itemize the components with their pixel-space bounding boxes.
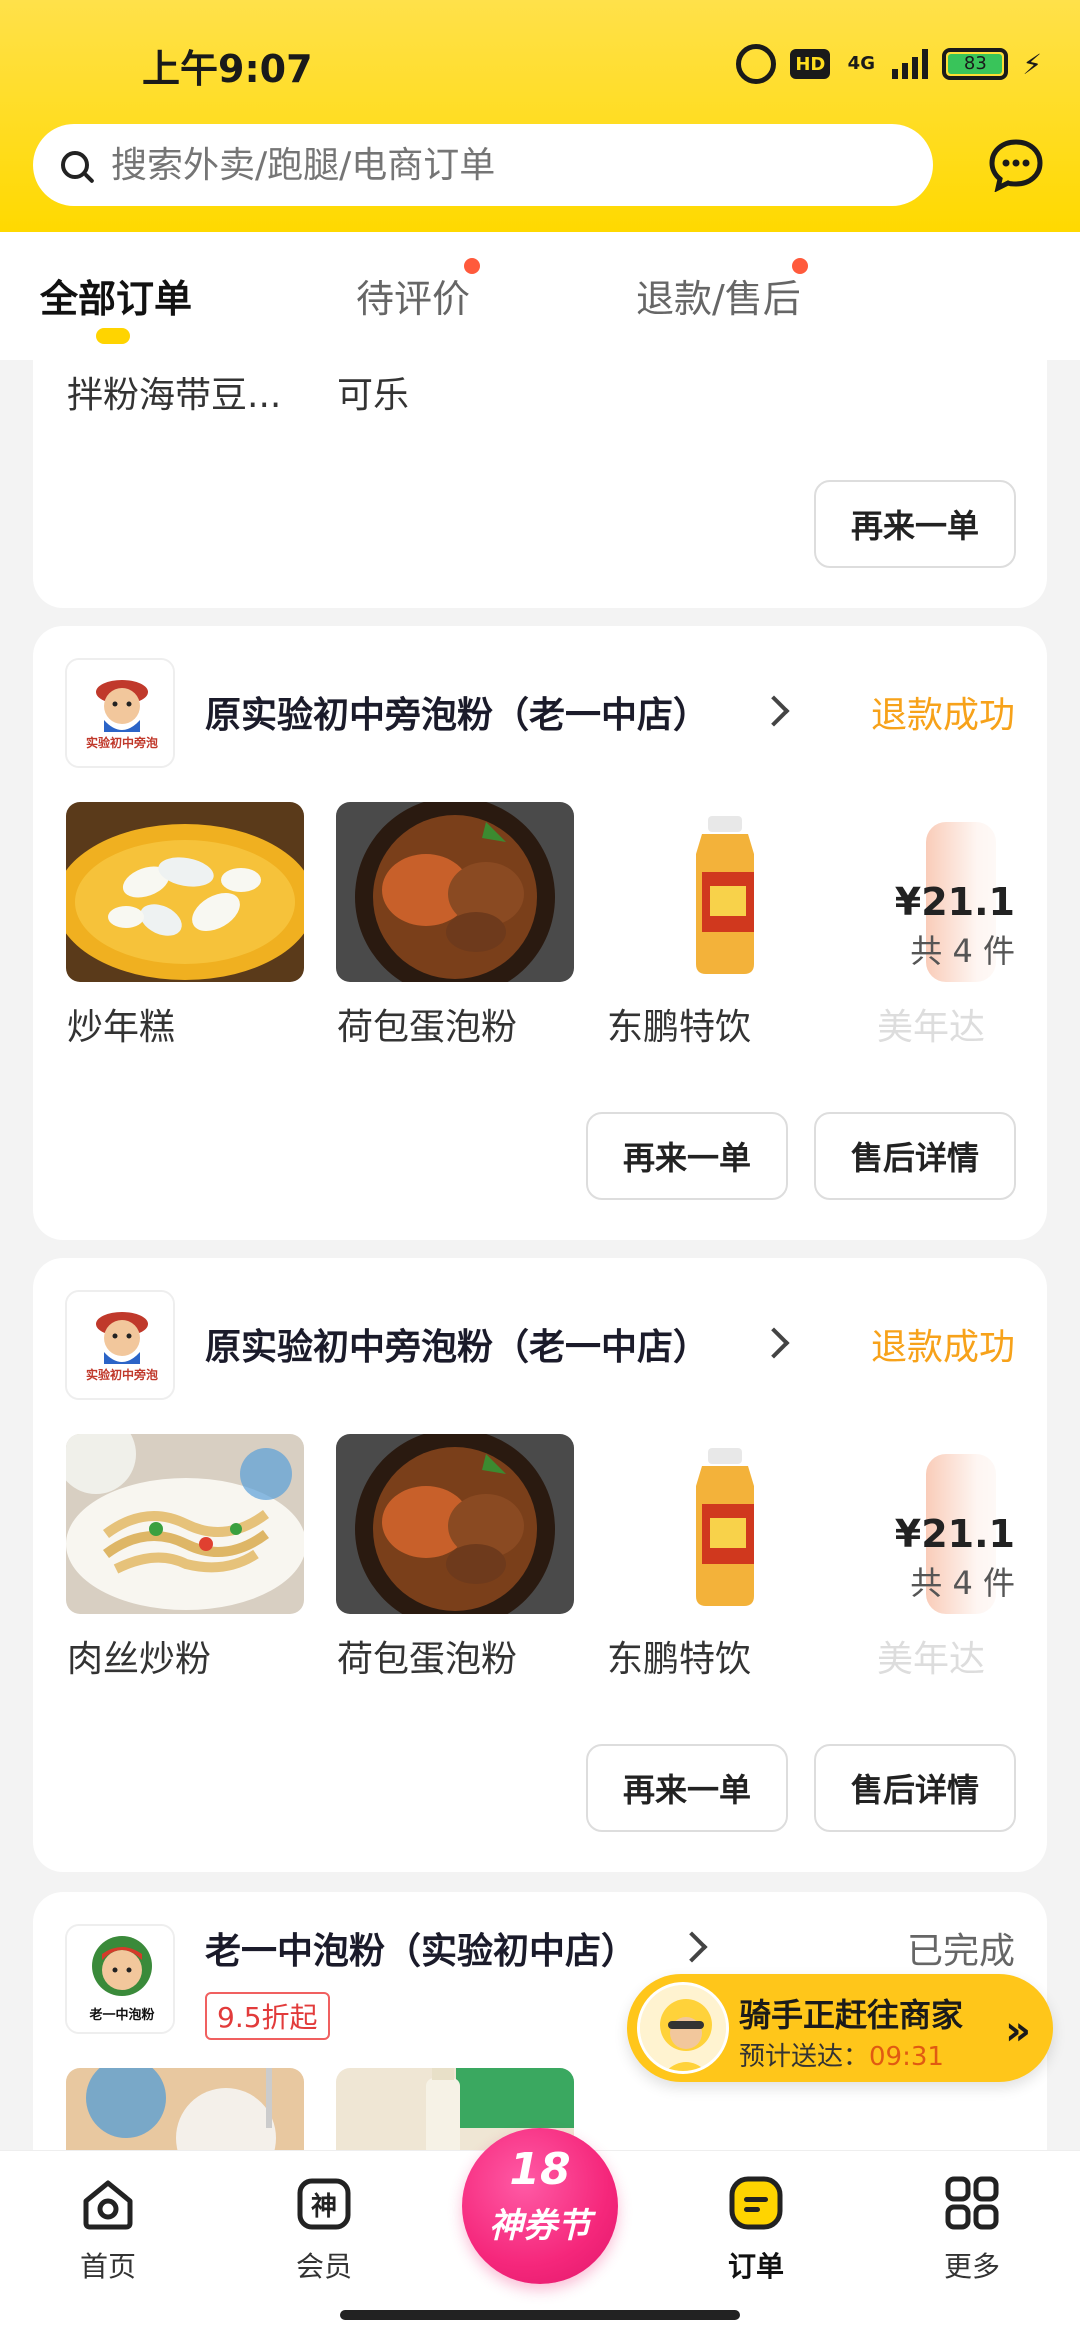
hd-icon: HD [790,49,831,79]
order-price: ¥21.1 [894,1512,1015,1556]
item-name: 荷包蛋泡粉 [337,1639,518,1680]
signal-icon [892,49,929,79]
orders-icon [729,2176,783,2230]
reorder-button[interactable]: 再来一单 [814,480,1016,568]
shop-logo: 实验初中旁泡 [65,658,175,768]
order-price: ¥21.1 [894,880,1015,924]
shop-logo-text: 老一中泡粉 [89,2008,155,2023]
item-name: 拌粉海带豆... [67,375,282,416]
rider-avatar [637,1982,729,2074]
tab-pending-review-dot [464,258,480,274]
item-thumbnail [66,2068,304,2150]
member-icon: 神 [297,2178,351,2230]
item-thumbnail [606,1434,844,1614]
shop-name[interactable]: 原实验初中旁泡粉（老一中店） [205,1318,709,1370]
nav-more-label: 更多 [943,2250,1000,2283]
shop-logo: 实验初中旁泡 [65,1290,175,1400]
rider-eta-label: 预计送达： [739,2042,870,2072]
home-indicator[interactable] [340,2310,740,2320]
search-input[interactable] [111,144,911,186]
tab-refund-dot [792,258,808,274]
item-thumbnail [66,802,304,982]
tab-pending-review[interactable]: 待评价 [356,268,470,323]
item-thumbnail [606,802,844,982]
tab-refund[interactable]: 退款/售后 [636,268,801,323]
order-count: 共 4 件 [910,932,1015,970]
shop-logo-text: 实验初中旁泡 [85,1368,158,1382]
item-name: 美年达 [877,1007,986,1048]
aftersale-button[interactable]: 售后详情 [814,1744,1016,1832]
item-name: 炒年糕 [67,1007,176,1048]
alarm-icon [736,44,777,84]
chevron-right-icon[interactable] [758,1327,790,1359]
item-thumbnail [336,802,574,982]
reorder-button[interactable]: 再来一单 [586,1744,788,1832]
battery-icon: 83 [942,48,1009,80]
charging-icon: ⚡ [1022,47,1042,81]
search-bar[interactable] [33,124,933,206]
discount-badge: 9.5折起 [205,1992,330,2040]
reorder-button[interactable]: 再来一单 [586,1112,788,1200]
order-card-partial[interactable]: 拌粉海带豆... 可乐 再来一单 [33,360,1047,608]
network-icon: 4G [847,53,875,74]
shop-logo-text: 实验初中旁泡 [85,736,158,750]
order-status: 退款成功 [870,695,1015,736]
status-bar: 上午9:07 HD 4G 83 ⚡ [0,0,1080,120]
double-chevron-right-icon[interactable]: » [1005,2008,1031,2054]
order-card[interactable]: 实验初中旁泡 原实验初中旁泡粉（老一中店） 退款成功 [33,1258,1047,1872]
svg-text:神: 神 [311,2192,337,2222]
chevron-right-icon[interactable] [758,695,790,727]
item-name: 可乐 [337,375,410,416]
rider-status-bar[interactable]: 骑手正赶往商家 预计送达：09:31 » [627,1974,1053,2082]
tab-underline [96,328,130,344]
battery-level: 83 [948,54,1003,74]
promo-button[interactable]: 18 神券节 [462,2128,618,2284]
item-name: 肉丝炒粉 [67,1639,212,1680]
nav-member[interactable]: 神 会员 [264,2173,384,2285]
nav-orders-label: 订单 [727,2250,784,2283]
shop-logo: 老一中泡粉 [65,1924,175,2034]
item-name: 美年达 [877,1639,986,1680]
search-icon [61,151,89,179]
chevron-right-icon[interactable] [676,1931,708,1963]
order-status: 已完成 [906,1931,1015,1972]
item-name: 东鹏特饮 [607,1007,752,1048]
item-thumbnail [336,1434,574,1614]
order-card[interactable]: 实验初中旁泡 原实验初中旁泡粉（老一中店） 退款成功 [33,626,1047,1240]
item-name: 荷包蛋泡粉 [337,1007,518,1048]
tab-all-orders[interactable]: 全部订单 [40,268,192,323]
nav-home[interactable]: 首页 [48,2173,168,2285]
grid-icon [945,2176,999,2230]
nav-orders[interactable]: 订单 [696,2173,816,2285]
status-time: 上午9:07 [142,47,313,91]
order-status: 退款成功 [870,1327,1015,1368]
nav-home-label: 首页 [79,2250,136,2283]
rider-eta: 预计送达：09:31 [739,2036,944,2073]
rider-title: 骑手正赶往商家 [739,1996,964,2034]
nav-member-label: 会员 [295,2250,352,2283]
header: 上午9:07 HD 4G 83 ⚡ [0,0,1080,232]
aftersale-button[interactable]: 售后详情 [814,1112,1016,1200]
message-icon[interactable] [988,138,1044,192]
order-tabs: 全部订单 待评价 退款/售后 [0,232,1080,360]
item-thumbnail [66,1434,304,1614]
rider-eta-time: 09:31 [869,2042,944,2072]
home-icon [83,2180,133,2230]
shop-name[interactable]: 老一中泡粉（实验初中店） [205,1922,637,1974]
order-count: 共 4 件 [910,1564,1015,1602]
shop-name[interactable]: 原实验初中旁泡粉（老一中店） [205,686,709,738]
nav-more[interactable]: 更多 [912,2173,1032,2285]
promo-label: 神券节 [489,2206,591,2246]
promo-number: 18 [509,2144,571,2195]
item-name: 东鹏特饮 [607,1639,752,1680]
status-icons: HD 4G 83 ⚡ [736,44,1042,84]
